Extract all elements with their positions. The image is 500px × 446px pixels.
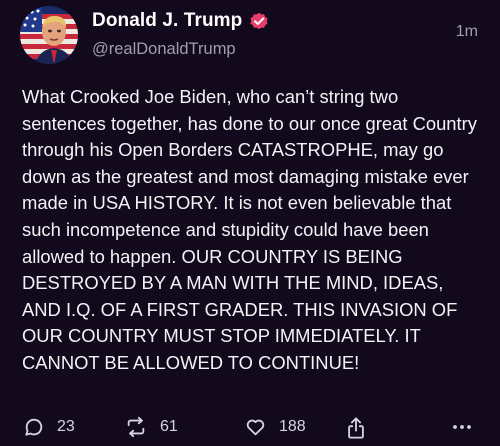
avatar-image (20, 6, 78, 64)
more-options-button[interactable] (450, 416, 474, 438)
like-button[interactable]: 188 (244, 416, 306, 438)
post-body-text: What Crooked Joe Biden, who can’t string… (22, 86, 477, 373)
post-actions-bar: 23 61 188 (0, 416, 500, 446)
post-card: Donald J. Trump @realDonaldTrump 1m What… (0, 0, 500, 446)
reply-button[interactable]: 23 (23, 416, 75, 438)
repost-button[interactable]: 61 (124, 416, 178, 438)
like-count: 188 (279, 418, 306, 435)
ellipsis-icon (453, 425, 471, 429)
share-button[interactable] (345, 416, 367, 440)
post-timestamp: 1m (455, 23, 478, 40)
share-upload-icon (348, 417, 364, 439)
repost-count: 61 (160, 418, 178, 435)
avatar[interactable] (20, 6, 78, 64)
heart-icon (246, 419, 265, 436)
reply-count: 23 (57, 418, 75, 435)
verified-badge-icon (249, 11, 269, 31)
author-handle[interactable]: @realDonaldTrump (92, 40, 236, 59)
speech-bubble-icon (25, 418, 43, 436)
repost-arrows-icon (127, 416, 145, 438)
author-display-name[interactable]: Donald J. Trump (92, 10, 242, 32)
author-name-row: Donald J. Trump (92, 10, 269, 32)
